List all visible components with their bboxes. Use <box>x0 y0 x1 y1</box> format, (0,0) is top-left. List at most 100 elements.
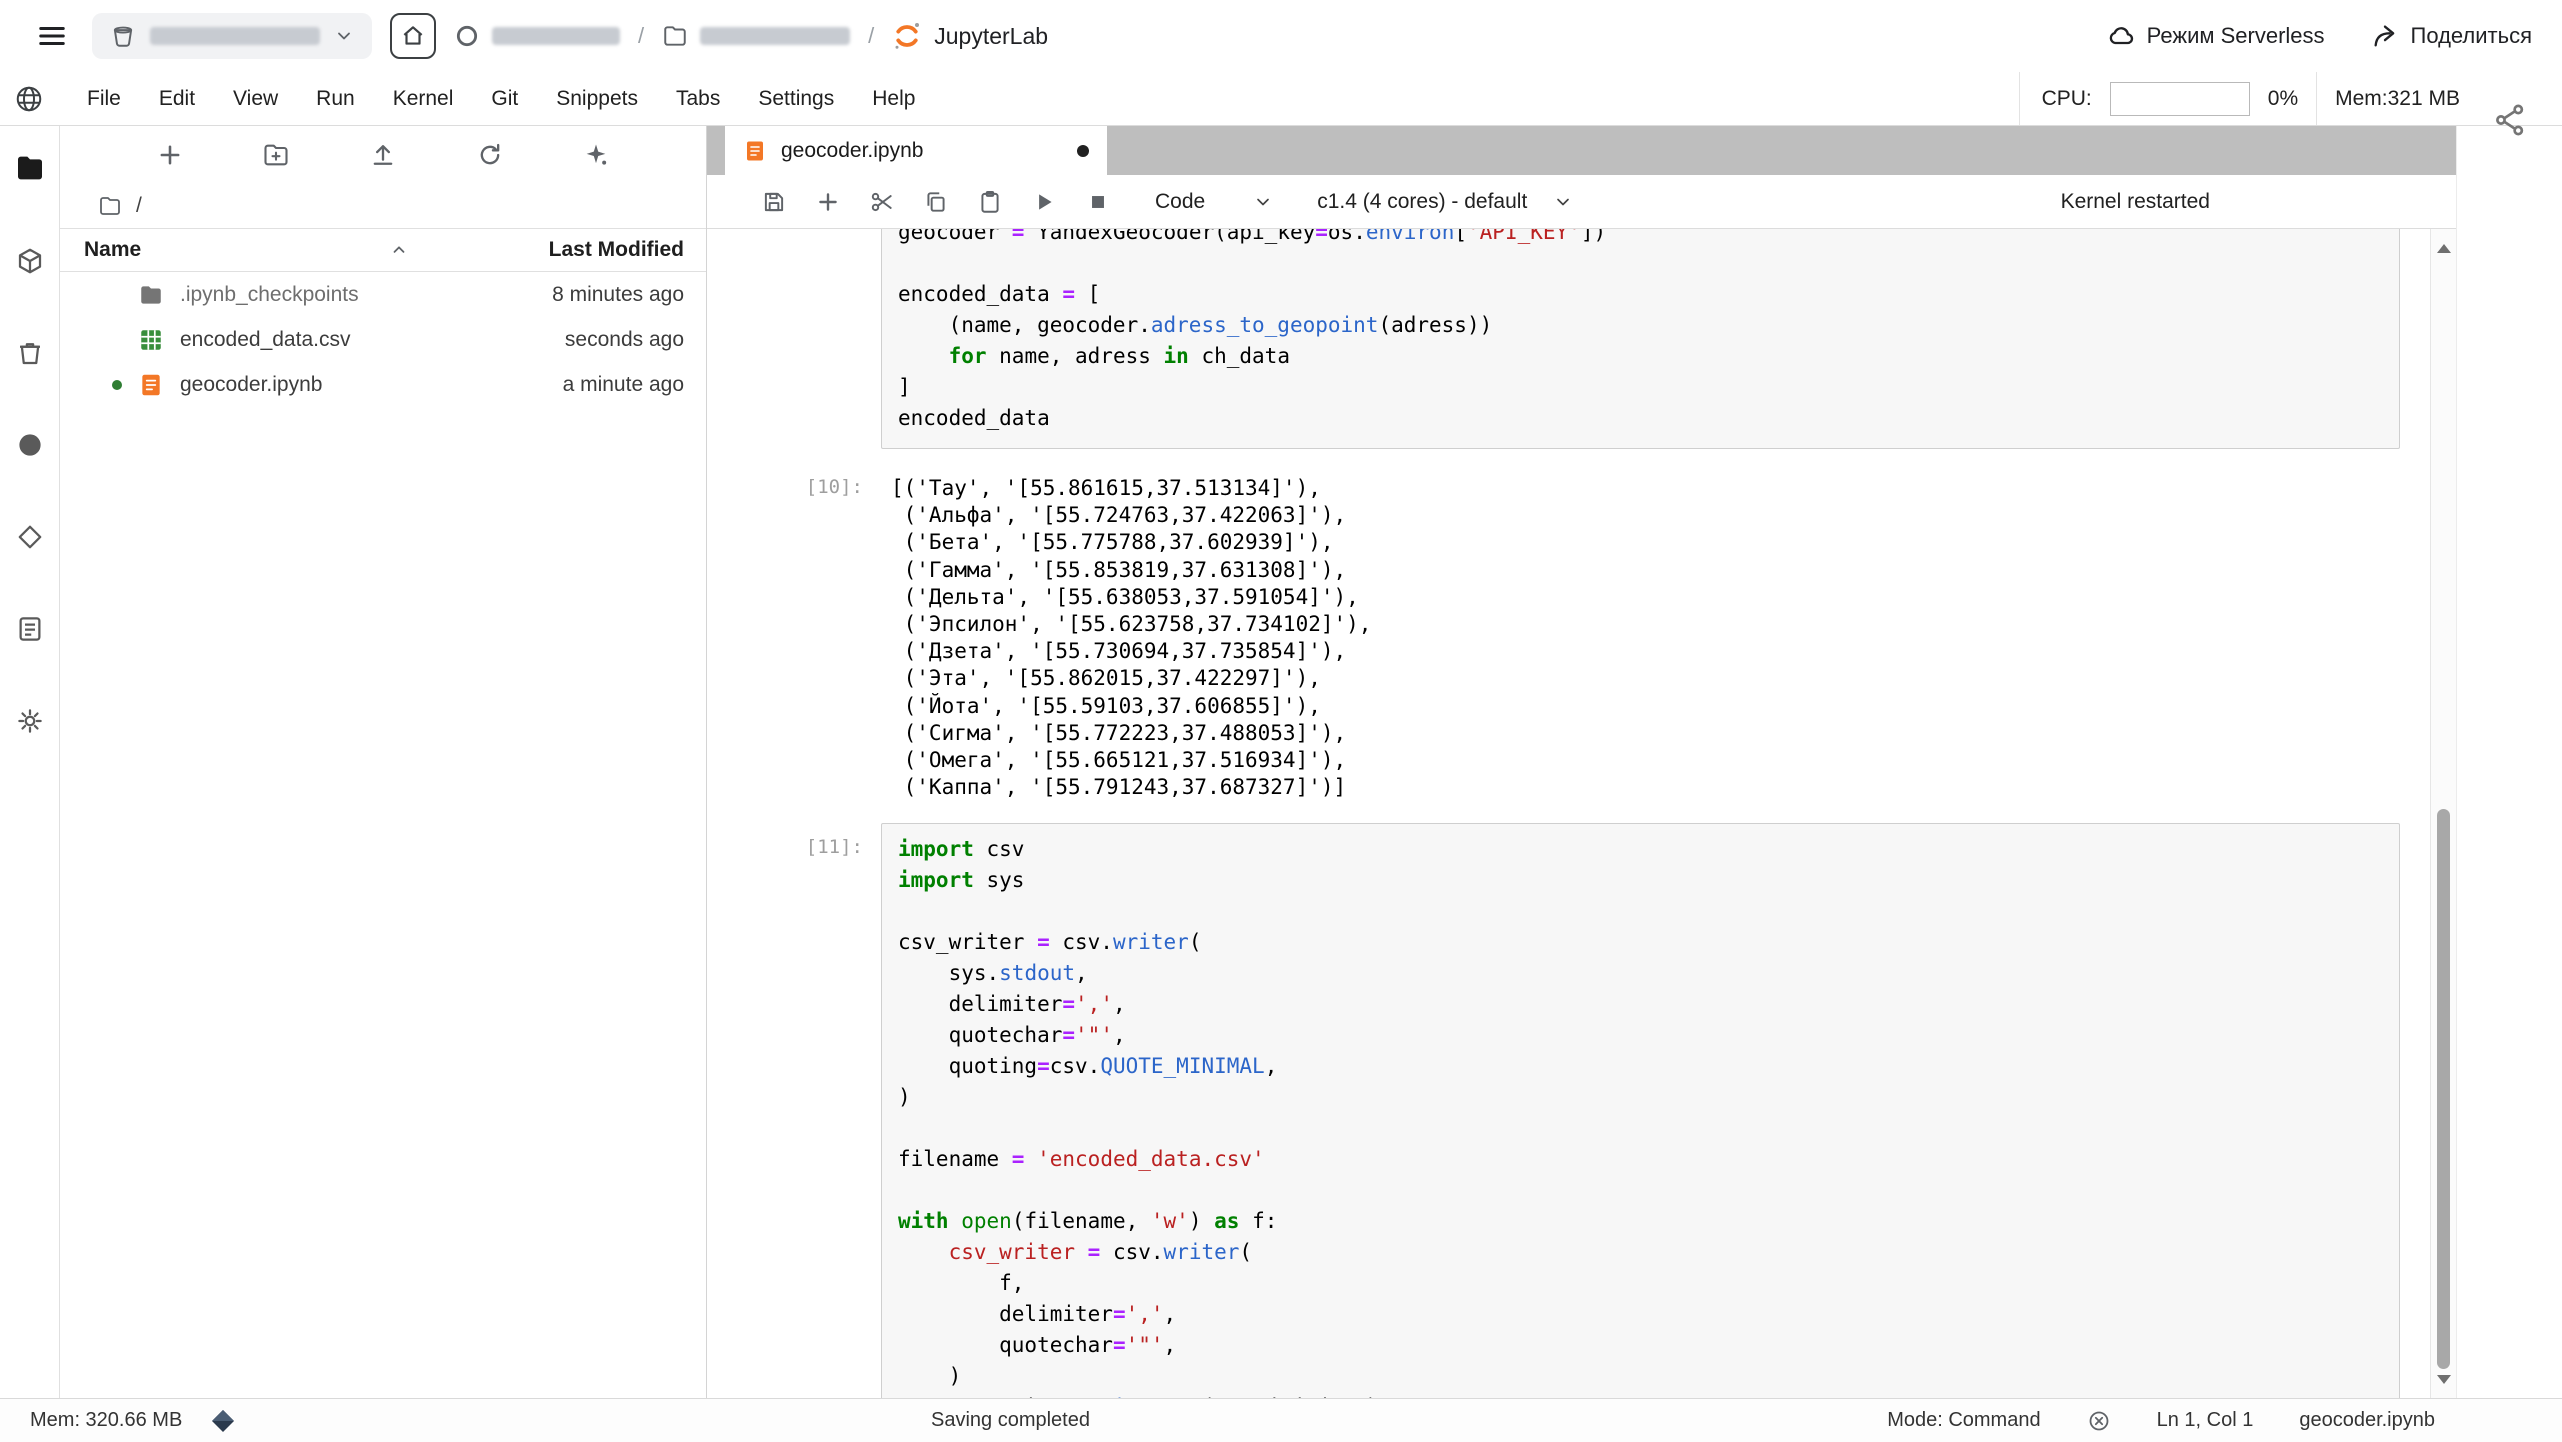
add-cell-icon[interactable] <box>805 182 851 222</box>
menu-settings[interactable]: Settings <box>739 72 853 125</box>
file-name: geocoder.ipynb <box>180 372 323 396</box>
run-cell-icon[interactable] <box>1021 182 1067 222</box>
notebook-icon <box>743 139 767 163</box>
cloud-icon <box>2107 22 2135 50</box>
datasphere-logo-icon[interactable] <box>14 84 44 114</box>
file-browser-breadcrumb[interactable]: / <box>60 184 706 228</box>
column-name[interactable]: Name <box>60 238 424 262</box>
folder-icon <box>98 194 122 218</box>
stop-kernel-icon[interactable] <box>1075 182 1121 222</box>
code-editor[interactable]: geocoder = YandexGeocoder(api_key=os.env… <box>881 229 2400 449</box>
file-row-ipynb-checkpoints[interactable]: .ipynb_checkpoints 8 minutes ago <box>60 272 706 317</box>
share-arrow-icon <box>2371 22 2399 50</box>
kernel-running-dot <box>112 379 122 390</box>
menu-snippets[interactable]: Snippets <box>537 72 657 125</box>
datasphere-diamond-icon[interactable] <box>210 1408 236 1434</box>
status-right: Mode: Command Ln 1, Col 1 geocoder.ipynb <box>1887 1409 2435 1433</box>
save-icon[interactable] <box>751 182 797 222</box>
breadcrumb-community[interactable] <box>454 23 620 49</box>
copy-cells-icon[interactable] <box>913 182 959 222</box>
code-editor[interactable]: import csv import sys csv_writer = csv.wr… <box>881 823 2400 1398</box>
kernel-dropdown[interactable]: c1.4 (4 cores) - default <box>1317 190 1573 214</box>
path-label: / <box>136 194 142 217</box>
scroll-up-arrow[interactable] <box>2431 235 2456 261</box>
settings-gears-icon[interactable] <box>15 706 45 736</box>
share-label: Поделиться <box>2410 23 2532 48</box>
new-launcher-plus-icon[interactable] <box>147 134 193 176</box>
notebook-scroll-area[interactable]: geocoder = YandexGeocoder(api_key=os.env… <box>707 229 2456 1398</box>
menu-edit[interactable]: Edit <box>140 72 214 125</box>
cpu-percent: 0% <box>2267 86 2299 110</box>
output-prompt: [10]: <box>805 476 863 498</box>
new-folder-icon[interactable] <box>253 134 299 176</box>
serverless-label: Режим Serverless <box>2146 23 2325 48</box>
redacted-cloud-name <box>150 27 320 45</box>
circle-x-icon[interactable] <box>2087 1409 2111 1433</box>
breadcrumb-separator: / <box>638 23 645 48</box>
folder-icon <box>662 23 688 49</box>
home-button[interactable] <box>390 13 436 59</box>
menu-view[interactable]: View <box>214 72 297 125</box>
notebook-icon <box>138 372 164 398</box>
upload-icon[interactable] <box>360 134 406 176</box>
menu-file[interactable]: File <box>68 72 140 125</box>
cell-input-prompt: [11]: <box>805 836 863 859</box>
file-name: encoded_data.csv <box>180 327 351 351</box>
file-row-encoded-data-csv[interactable]: encoded_data.csv seconds ago <box>60 317 706 362</box>
cell-type-dropdown[interactable]: Code <box>1155 190 1273 214</box>
bucket-icon <box>110 23 136 49</box>
share-button[interactable]: Поделиться <box>2371 22 2532 50</box>
hamburger-menu-icon[interactable] <box>30 14 74 58</box>
sparkle-icon[interactable] <box>573 134 619 176</box>
breadcrumb-project-folder[interactable] <box>662 23 851 49</box>
trash-bucket-icon[interactable] <box>15 338 45 368</box>
paste-cells-icon[interactable] <box>967 182 1013 222</box>
cpu-label: CPU: <box>2041 86 2092 110</box>
chevron-down-icon <box>1253 192 1273 212</box>
active-file-name[interactable]: geocoder.ipynb <box>2299 1409 2435 1432</box>
menu-tabs[interactable]: Tabs <box>657 72 739 125</box>
top-bar: / / JupyterLab Режим Serverless Поделить… <box>0 0 2562 72</box>
tab-bar: geocoder.ipynb <box>707 126 2456 175</box>
menu-bar: File Edit View Run Kernel Git Snippets T… <box>0 72 2562 126</box>
scrollbar-thumb[interactable] <box>2437 809 2450 1369</box>
cell-output-area: [10]: [('Тау', '[55.861615,37.513134]'),… <box>707 473 2430 801</box>
output-text: [('Тау', '[55.861615,37.513134]'), ('Аль… <box>891 476 1372 800</box>
serverless-mode-button[interactable]: Режим Serverless <box>2107 22 2325 50</box>
share-nodes-icon[interactable] <box>2492 102 2528 138</box>
scroll-down-arrow[interactable] <box>2431 1366 2456 1392</box>
cut-cells-icon[interactable] <box>859 182 905 222</box>
unsaved-changes-dot[interactable] <box>1077 144 1089 157</box>
menu-git[interactable]: Git <box>472 72 537 125</box>
file-browser-tab-icon[interactable] <box>14 152 46 184</box>
status-bar: Mem: 320.66 MB Saving completed Mode: Co… <box>0 1398 2562 1442</box>
menu-kernel[interactable]: Kernel <box>374 72 473 125</box>
menu-help[interactable]: Help <box>853 72 934 125</box>
redacted-project-id <box>700 27 851 45</box>
tab-geocoder-ipynb[interactable]: geocoder.ipynb <box>725 126 1107 175</box>
cpu-usage-input[interactable] <box>2109 81 2250 116</box>
snippets-list-icon[interactable] <box>15 614 45 644</box>
storage-cube-icon[interactable] <box>15 246 45 276</box>
command-mode-indicator[interactable]: Mode: Command <box>1887 1409 2040 1432</box>
vertical-scrollbar[interactable] <box>2430 229 2456 1398</box>
column-last-modified[interactable]: Last Modified <box>424 238 706 262</box>
jupyterlab-app: / / JupyterLab Режим Serverless Поделить… <box>0 0 2562 1442</box>
status-message: Saving completed <box>931 1409 1090 1431</box>
redacted-community-name <box>492 27 620 45</box>
system-metrics: CPU: 0% Mem:321 MB <box>2018 72 2482 125</box>
file-modified: 8 minutes ago <box>552 282 684 306</box>
code-cell-partial: geocoder = YandexGeocoder(api_key=os.env… <box>707 229 2430 449</box>
file-row-geocoder-ipynb[interactable]: geocoder.ipynb a minute ago <box>60 362 706 407</box>
cell-input-prompt <box>707 229 881 449</box>
breadcrumb-jupyterlab[interactable]: JupyterLab <box>892 21 1048 51</box>
workspace: / Name Last Modified .ipynb_checkpoints … <box>0 126 2562 1398</box>
refresh-icon[interactable] <box>467 134 513 176</box>
cloud-project-selector[interactable] <box>92 13 372 59</box>
circle-icon[interactable] <box>15 430 45 460</box>
cursor-position[interactable]: Ln 1, Col 1 <box>2157 1409 2254 1432</box>
file-modified: a minute ago <box>562 372 684 396</box>
menu-run[interactable]: Run <box>297 72 374 125</box>
file-list-header: Name Last Modified <box>60 228 706 272</box>
diamond-icon[interactable] <box>15 522 45 552</box>
